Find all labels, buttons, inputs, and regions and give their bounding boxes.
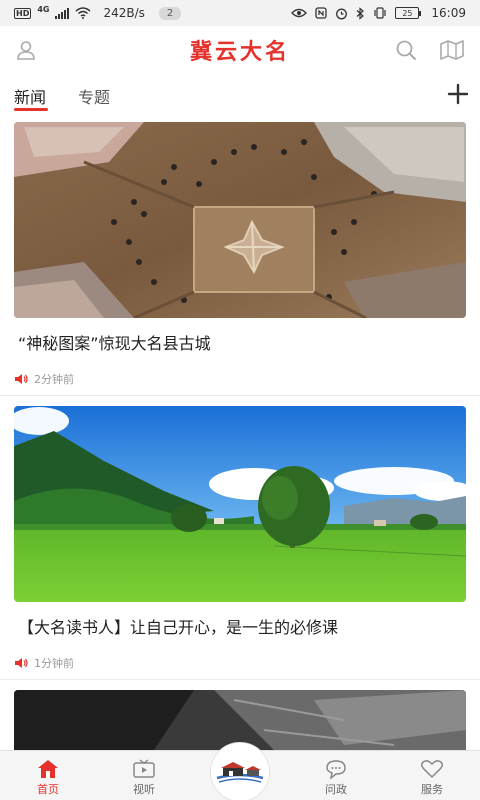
news-image-meadow[interactable] [14, 406, 466, 602]
category-tabs: 新闻 专题 [0, 76, 480, 116]
map-icon[interactable] [438, 36, 466, 64]
eye-icon [291, 8, 308, 18]
nav-home-label: 首页 [37, 783, 59, 796]
app-header: 冀云大名 [0, 26, 480, 74]
home-icon [38, 760, 58, 778]
speaker-icon[interactable] [14, 373, 28, 385]
nav-inquiry-label: 问政 [325, 783, 347, 796]
nav-inquiry[interactable]: 问政 [306, 759, 366, 797]
speaker-icon[interactable] [14, 657, 28, 669]
search-icon[interactable] [392, 36, 420, 64]
active-tab-indicator [14, 108, 48, 111]
news-image-excavation[interactable] [14, 122, 466, 318]
news-title[interactable]: 【大名读书人】让自己开心，是一生的必修课 [18, 614, 338, 638]
tab-topics[interactable]: 专题 [78, 84, 110, 108]
video-icon [133, 759, 155, 778]
news-image-partial[interactable] [14, 690, 466, 750]
nav-service[interactable]: 服务 [402, 759, 462, 797]
news-title[interactable]: “神秘图案”惊现大名县古城 [18, 330, 211, 354]
app-screen: HD 4G 242B/s 2 25 16:09 冀云大名 新闻 专题 “神秘图案… [0, 0, 480, 800]
battery-icon: 25 [395, 7, 422, 19]
tab-news[interactable]: 新闻 [14, 84, 46, 108]
news-time: 1分钟前 [34, 657, 74, 670]
user-icon[interactable] [12, 36, 40, 64]
hd-indicator: HD [14, 7, 32, 19]
clock: 16:09 [431, 6, 466, 20]
divider [0, 395, 480, 396]
network-speed: 242B/s [103, 6, 145, 20]
network-type: 4G [37, 4, 50, 14]
app-title: 冀云大名 [189, 39, 290, 65]
divider [0, 679, 480, 680]
alarm-icon [336, 8, 348, 19]
news-meta: 1分钟前 [14, 655, 74, 671]
plus-icon[interactable] [444, 80, 472, 108]
heart-icon [420, 760, 444, 779]
center-logo-button[interactable] [210, 742, 270, 800]
signal-icon [55, 7, 70, 19]
nfc-icon [315, 7, 328, 19]
notification-badge: 2 [158, 6, 182, 20]
chat-icon [326, 760, 346, 779]
nav-video[interactable]: 视听 [114, 759, 174, 797]
vibrate-icon [374, 7, 387, 19]
nav-home[interactable]: 首页 [18, 759, 78, 797]
wifi-icon [75, 7, 91, 19]
nav-service-label: 服务 [421, 783, 443, 796]
news-meta: 2分钟前 [14, 371, 74, 387]
nav-video-label: 视听 [133, 783, 155, 796]
status-bar: HD 4G 242B/s 2 25 16:09 [0, 0, 480, 26]
bluetooth-icon [357, 6, 365, 20]
news-time: 2分钟前 [34, 373, 74, 386]
city-gate-logo-icon [216, 762, 264, 783]
